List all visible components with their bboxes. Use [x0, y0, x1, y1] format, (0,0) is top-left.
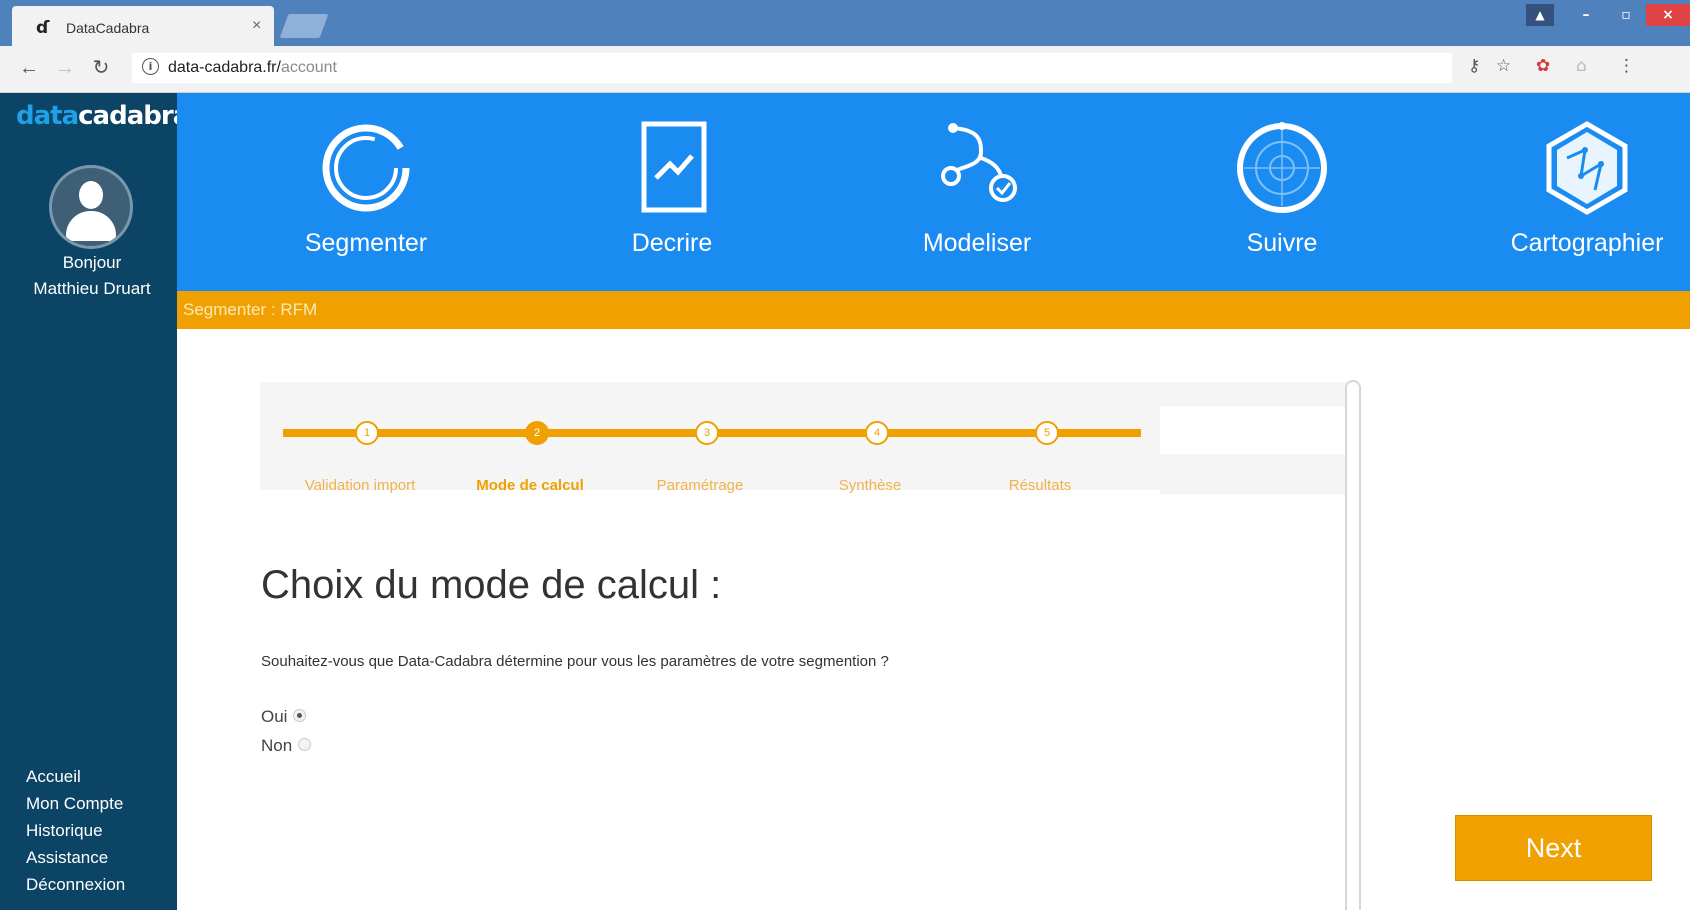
step-2-label: Mode de calcul — [476, 477, 584, 494]
browser-tab[interactable]: ɗ DataCadabra × — [12, 6, 274, 46]
avatar[interactable] — [49, 165, 133, 249]
nav-cartographier[interactable]: Cartographier — [1442, 93, 1690, 291]
step-2-dot[interactable]: 2 — [525, 421, 549, 445]
window-controls: ▲ – ▫ × — [1526, 4, 1690, 26]
step-1-label: Validation import — [304, 477, 416, 494]
minimize-button[interactable]: – — [1566, 4, 1606, 26]
option-oui-label: Oui — [261, 707, 288, 726]
forward-arrow-icon[interactable]: → — [52, 55, 78, 81]
map-hexagon-icon — [1546, 121, 1628, 215]
nav-suivre[interactable]: Suivre — [1137, 93, 1417, 291]
radar-icon — [1237, 122, 1327, 213]
content-panel — [260, 382, 1353, 910]
step-4-dot[interactable]: 4 — [865, 421, 889, 445]
panel-shade-top — [1160, 382, 1353, 406]
greeting-text: Bonjour — [62, 253, 122, 272]
user-name: Matthieu Druart — [33, 279, 151, 298]
radio-non[interactable] — [298, 738, 312, 752]
nav-label-segmenter: Segmenter — [304, 229, 428, 257]
key-icon[interactable]: ⚷ — [1468, 56, 1480, 76]
new-tab-button[interactable] — [279, 14, 329, 38]
nav-label-decrire: Decrire — [631, 229, 713, 257]
back-arrow-icon[interactable]: ← — [16, 55, 42, 81]
option-non[interactable]: Non — [261, 736, 312, 756]
nav-label-suivre: Suivre — [1246, 229, 1318, 257]
segment-ring-icon — [322, 124, 410, 212]
step-5-label: Résultats — [1008, 477, 1072, 494]
flow-nodes-icon — [941, 123, 1017, 202]
step-5-dot[interactable]: 5 — [1035, 421, 1059, 445]
datacadabra-logo[interactable]: datacadabra — [16, 101, 190, 131]
scrollbar[interactable] — [1345, 380, 1361, 910]
avatar-body-shape — [66, 211, 116, 241]
module-nav: Segmenter Decrire Modeliser Suivre Carto… — [177, 93, 1690, 291]
option-non-label: Non — [261, 736, 293, 755]
step-3-dot[interactable]: 3 — [695, 421, 719, 445]
step-4-label: Synthèse — [838, 477, 902, 494]
document-chart-icon — [641, 121, 707, 213]
info-icon[interactable]: i — [142, 58, 159, 75]
next-button[interactable]: Next — [1455, 815, 1652, 881]
question-text: Souhaitez-vous que Data-Cadabra détermin… — [261, 653, 889, 670]
panel-shade-bottom — [1160, 454, 1353, 494]
browser-tab-strip: ɗ DataCadabra × ▲ – ▫ × — [0, 0, 1690, 46]
nav-segmenter[interactable]: Segmenter — [221, 93, 501, 291]
nav-label-cartographier: Cartographier — [1510, 229, 1664, 257]
url-host: data-cadabra.fr/ — [168, 59, 281, 76]
url-text: data-cadabra.fr/account — [168, 59, 337, 77]
restore-button[interactable]: ▫ — [1606, 4, 1646, 26]
bookmark-star-icon[interactable]: ☆ — [1496, 56, 1511, 76]
nav-label-modeliser: Modeliser — [922, 229, 1032, 257]
page-title: Choix du mode de calcul : — [261, 563, 722, 607]
logo-part-cadabra: cadabra — [78, 101, 190, 131]
browser-toolbar: ← → ↻ i data-cadabra.fr/account ⚷ ☆ ✿ ⌂ … — [0, 46, 1690, 93]
profile-icon[interactable]: ▲ — [1526, 4, 1554, 26]
tab-title: DataCadabra — [66, 20, 150, 36]
sidebar-link-mon-compte[interactable]: Mon Compte — [26, 790, 125, 817]
sidebar-link-accueil[interactable]: Accueil — [26, 763, 125, 790]
option-oui[interactable]: Oui — [261, 707, 307, 727]
sidebar-links: Accueil Mon Compte Historique Assistance… — [26, 763, 125, 898]
sidebar-link-assistance[interactable]: Assistance — [26, 844, 125, 871]
radio-oui[interactable] — [293, 709, 307, 723]
breadcrumb-text: Segmenter : RFM — [183, 300, 318, 319]
sidebar-link-historique[interactable]: Historique — [26, 817, 125, 844]
breadcrumb: Segmenter : RFM — [177, 291, 1690, 329]
step-3-label: Paramétrage — [656, 477, 744, 494]
site-favicon-icon: ɗ — [36, 18, 50, 38]
url-path: account — [280, 59, 337, 76]
extension-icon-2[interactable]: ⌂ — [1576, 56, 1587, 76]
logo-part-data: data — [16, 101, 79, 131]
close-window-button[interactable]: × — [1646, 4, 1690, 26]
avatar-head-shape — [79, 181, 103, 209]
step-1-dot[interactable]: 1 — [355, 421, 379, 445]
extension-icon[interactable]: ✿ — [1536, 56, 1550, 76]
sidebar-link-deconnexion[interactable]: Déconnexion — [26, 871, 125, 898]
sidebar: datacadabra Bonjour Matthieu Druart Accu… — [0, 93, 190, 910]
address-bar[interactable]: i data-cadabra.fr/account — [132, 53, 1452, 83]
close-tab-icon[interactable]: × — [252, 17, 261, 35]
reload-icon[interactable]: ↻ — [88, 55, 114, 81]
menu-kebab-icon[interactable]: ⋮ — [1618, 56, 1635, 76]
nav-modeliser[interactable]: Modeliser — [832, 93, 1112, 291]
nav-decrire[interactable]: Decrire — [527, 93, 807, 291]
